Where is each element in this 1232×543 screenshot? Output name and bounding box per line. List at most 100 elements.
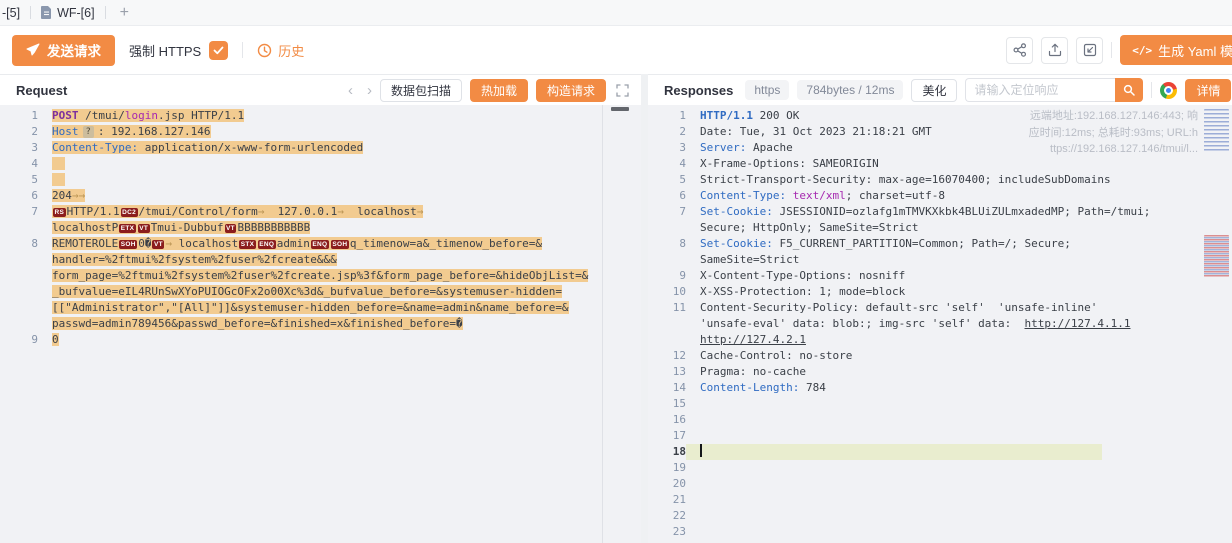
code-row: 5: [0, 172, 641, 188]
code-row: 6204→→: [0, 188, 641, 204]
tab-active-wf6[interactable]: WF-[6]: [31, 0, 105, 25]
code-line: Content-Length: 784: [686, 380, 826, 396]
line-number: 14: [648, 380, 686, 396]
code-row: 23: [648, 524, 1232, 540]
code-line: Strict-Transport-Security: max-age=16070…: [686, 172, 1111, 188]
code-line: form_page=%2ftmui%2fsystem%2fuser%2fcrea…: [38, 268, 588, 284]
details-button[interactable]: 详情: [1185, 79, 1231, 102]
beautify-button[interactable]: 美化: [911, 79, 957, 102]
toolbar-divider: [242, 42, 243, 58]
control-char-badge: ENQ: [311, 240, 329, 249]
response-panel-header: Responses https 784bytes / 12ms 美化: [648, 75, 1232, 105]
request-panel-header: Request ‹ › 数据包扫描 热加载 构造请求: [0, 75, 641, 105]
code-row: 12Cache-Control: no-store: [648, 348, 1232, 364]
code-line: X-XSS-Protection: 1; mode=block: [686, 284, 905, 300]
code-row: 4: [0, 156, 641, 172]
add-tab-button[interactable]: +: [106, 4, 143, 22]
line-number: [0, 316, 38, 332]
send-request-button[interactable]: 发送请求: [12, 35, 115, 66]
line-number: 17: [648, 428, 686, 444]
control-char-badge: VT: [138, 224, 150, 233]
code-row: 10X-XSS-Protection: 1; mode=block: [648, 284, 1232, 300]
fullscreen-button[interactable]: [616, 84, 629, 97]
code-line: [686, 412, 700, 428]
tab-previous-label: -[5]: [2, 6, 20, 20]
line-number: [648, 316, 686, 332]
line-number: 18: [648, 444, 686, 460]
control-char-badge: ETX: [119, 224, 136, 233]
construct-request-button[interactable]: 构造请求: [536, 79, 606, 102]
header-divider: [1151, 82, 1152, 98]
code-row: localhostPETXVTTmui-DubbufVTBBBBBBBBBBB: [0, 220, 641, 236]
control-char-badge: SOH: [331, 240, 349, 249]
paper-plane-icon: [26, 43, 40, 57]
code-row: SameSite=Strict: [648, 252, 1232, 268]
control-char-badge: DC2: [121, 208, 138, 217]
edit-insert-button[interactable]: [1076, 37, 1103, 64]
export-button[interactable]: [1041, 37, 1068, 64]
line-number: 13: [648, 364, 686, 380]
code-line: POST /tmui/login.jsp HTTP/1.1: [38, 108, 244, 124]
code-line: localhostPETXVTTmui-DubbufVTBBBBBBBBBBB: [38, 220, 310, 236]
line-number: 1: [0, 108, 38, 124]
code-line: passwd=admin789456&passwd_before=&finish…: [38, 316, 463, 332]
host-hint-badge: ?: [83, 126, 94, 138]
code-row: 8REMOTEROLESOH0�VT→ localhostSTXENQadmin…: [0, 236, 641, 252]
code-row: 20: [648, 476, 1232, 492]
code-line: handler=%2ftmui%2fsystem%2fuser%2fcreate…: [38, 252, 337, 268]
code-line: Secure; HttpOnly; SameSite=Strict: [686, 220, 919, 236]
search-icon: [1123, 84, 1135, 96]
code-row: 13Pragma: no-cache: [648, 364, 1232, 380]
line-number: 9: [648, 268, 686, 284]
code-line: X-Frame-Options: SAMEORIGIN: [686, 156, 879, 172]
panel-resize-handle[interactable]: [641, 74, 648, 543]
code-row: form_page=%2ftmui%2fsystem%2fuser%2fcrea…: [0, 268, 641, 284]
line-number: 8: [648, 236, 686, 252]
force-https-group: 强制 HTTPS: [129, 41, 228, 60]
tab-previous[interactable]: -[5]: [0, 0, 30, 25]
next-request-button[interactable]: ›: [367, 83, 372, 98]
code-row: http://127.4.2.1: [648, 332, 1232, 348]
code-line: _bufvalue=eIL4RUnSwXYoPUIOGcOFx2o00Xc%3d…: [38, 284, 562, 300]
history-label: 历史: [278, 41, 304, 60]
search-button[interactable]: [1115, 78, 1143, 102]
packet-scan-button[interactable]: 数据包扫描: [380, 79, 462, 102]
code-row: 7RSHTTP/1.1DC2/tmui/Control/form→ 127.0.…: [0, 204, 641, 220]
hot-reload-button[interactable]: 热加载: [470, 79, 528, 102]
code-line: RSHTTP/1.1DC2/tmui/Control/form→ 127.0.0…: [38, 204, 423, 220]
line-number: 9: [0, 332, 38, 348]
code-row: 15: [648, 396, 1232, 412]
history-button[interactable]: 历史: [257, 41, 304, 60]
send-request-label: 发送请求: [47, 40, 101, 60]
force-https-label: 强制 HTTPS: [129, 41, 201, 60]
line-number: 12: [648, 348, 686, 364]
document-icon: [41, 6, 52, 19]
code-line: Content-Type: text/xml; charset=utf-8: [686, 188, 945, 204]
search-input[interactable]: [965, 78, 1115, 102]
response-header-right: 美化 详情: [911, 78, 1232, 102]
code-line: Cache-Control: no-store: [686, 348, 852, 364]
response-editor[interactable]: 远端地址:192.168.127.146:443; 响 应时间:12ms; 总耗…: [648, 105, 1232, 543]
prev-request-button[interactable]: ‹: [348, 83, 353, 98]
force-https-checkbox[interactable]: [209, 41, 228, 60]
request-editor[interactable]: 1POST /tmui/login.jsp HTTP/1.12Host?: 19…: [0, 105, 641, 543]
code-line: [686, 428, 700, 444]
code-line: [38, 156, 65, 172]
line-number: 22: [648, 508, 686, 524]
main-split-view: Request ‹ › 数据包扫描 热加载 构造请求 1POST /tmui/l…: [0, 74, 1232, 543]
active-line-highlight: [686, 444, 1102, 460]
code-row: 4X-Frame-Options: SAMEORIGIN: [648, 156, 1232, 172]
code-row: handler=%2ftmui%2fsystem%2fuser%2fcreate…: [0, 252, 641, 268]
line-number: [648, 220, 686, 236]
generate-yaml-button[interactable]: </> 生成 Yaml 模板: [1120, 35, 1232, 65]
code-row: Secure; HttpOnly; SameSite=Strict: [648, 220, 1232, 236]
line-number: 21: [648, 492, 686, 508]
share-button[interactable]: [1006, 37, 1033, 64]
chrome-browser-icon[interactable]: [1160, 82, 1177, 99]
share-icon: [1013, 43, 1027, 57]
code-row: 19: [648, 460, 1232, 476]
fuzzer-toolbar: 发送请求 强制 HTTPS 历史: [0, 26, 1232, 74]
line-number: 6: [648, 188, 686, 204]
code-row: 7Set-Cookie: JSESSIONID=ozlafg1mTMVKXkbk…: [648, 204, 1232, 220]
code-line: 0: [38, 332, 59, 348]
